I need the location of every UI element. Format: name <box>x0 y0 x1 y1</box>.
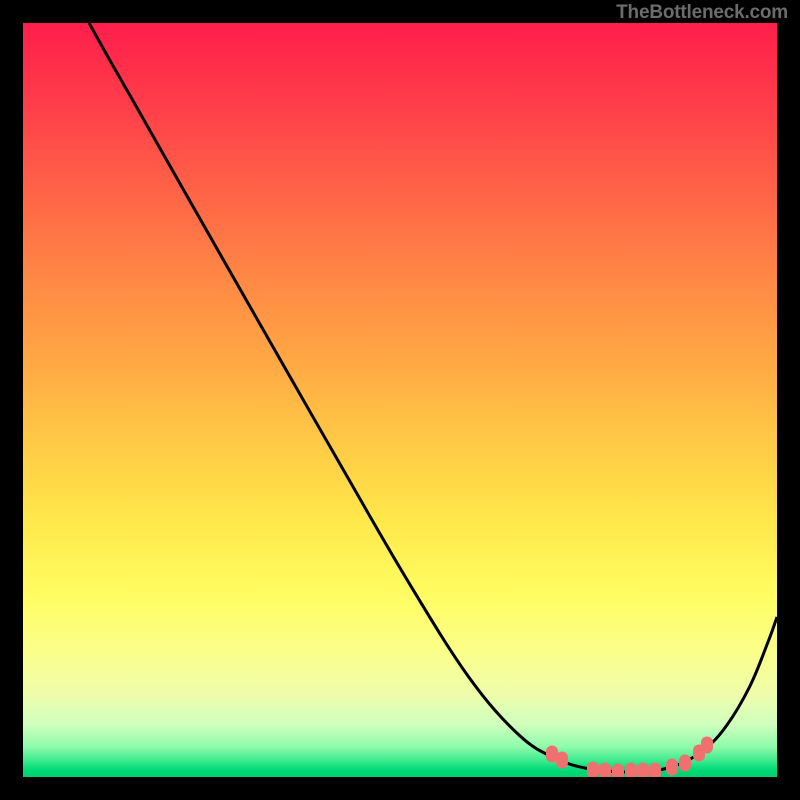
optimal-zone-marker <box>599 763 611 778</box>
optimal-zone-marker <box>612 764 624 778</box>
optimal-zone-marker <box>649 763 661 778</box>
optimal-zone-marker <box>587 762 599 778</box>
chart-overlay <box>23 23 777 777</box>
bottleneck-curve <box>89 23 777 772</box>
watermark-text: TheBottleneck.com <box>616 2 788 24</box>
optimal-zone-marker <box>679 755 691 772</box>
optimal-zone-marker <box>556 752 568 769</box>
optimal-zone-marker <box>701 737 713 754</box>
optimal-zone-marker <box>666 759 678 776</box>
plot-area <box>23 23 777 777</box>
optimal-zone-marker <box>637 763 649 778</box>
chart-canvas: TheBottleneck.com <box>0 0 800 800</box>
optimal-zone-marker <box>625 763 637 778</box>
